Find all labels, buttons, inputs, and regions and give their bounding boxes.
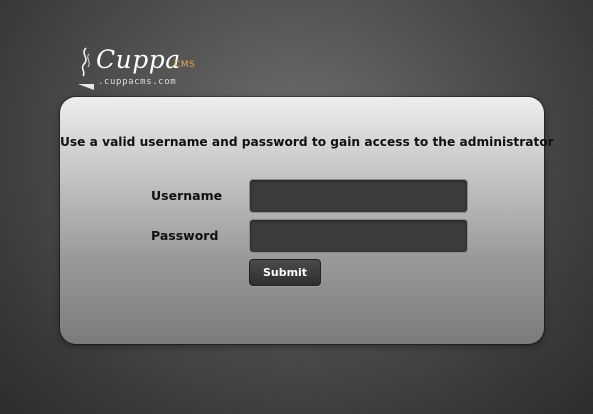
login-panel: Use a valid username and password to gai… <box>60 97 554 344</box>
submit-button[interactable]: Submit <box>249 259 321 286</box>
logo-cms-label: CMS <box>174 60 196 70</box>
steam-swoosh-icon <box>78 47 94 90</box>
logo-url: .cuppacms.com <box>98 77 177 87</box>
logo-name: Cuppa <box>96 45 181 74</box>
username-input[interactable] <box>249 179 468 213</box>
password-label: Password <box>151 228 219 243</box>
username-label: Username <box>151 188 223 203</box>
cuppa-logo: Cuppa CMS .cuppacms.com <box>76 44 206 92</box>
password-input[interactable] <box>249 219 468 253</box>
login-message: Use a valid username and password to gai… <box>60 135 554 149</box>
